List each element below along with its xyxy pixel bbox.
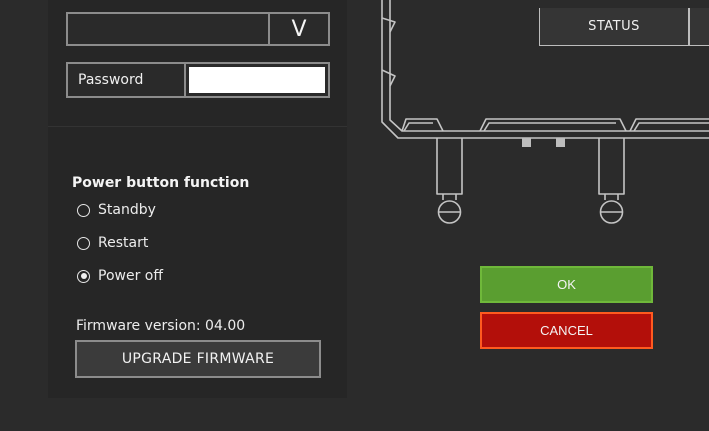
status-tab-adjacent[interactable] <box>689 8 709 46</box>
status-tab-label: STATUS <box>588 19 640 34</box>
ok-button[interactable]: OK <box>480 266 653 303</box>
status-tab[interactable]: STATUS <box>539 8 689 46</box>
device-outline-diagram <box>381 0 709 224</box>
connector-square <box>556 138 565 147</box>
connector-square <box>522 138 531 147</box>
cancel-button[interactable]: CANCEL <box>480 312 653 349</box>
